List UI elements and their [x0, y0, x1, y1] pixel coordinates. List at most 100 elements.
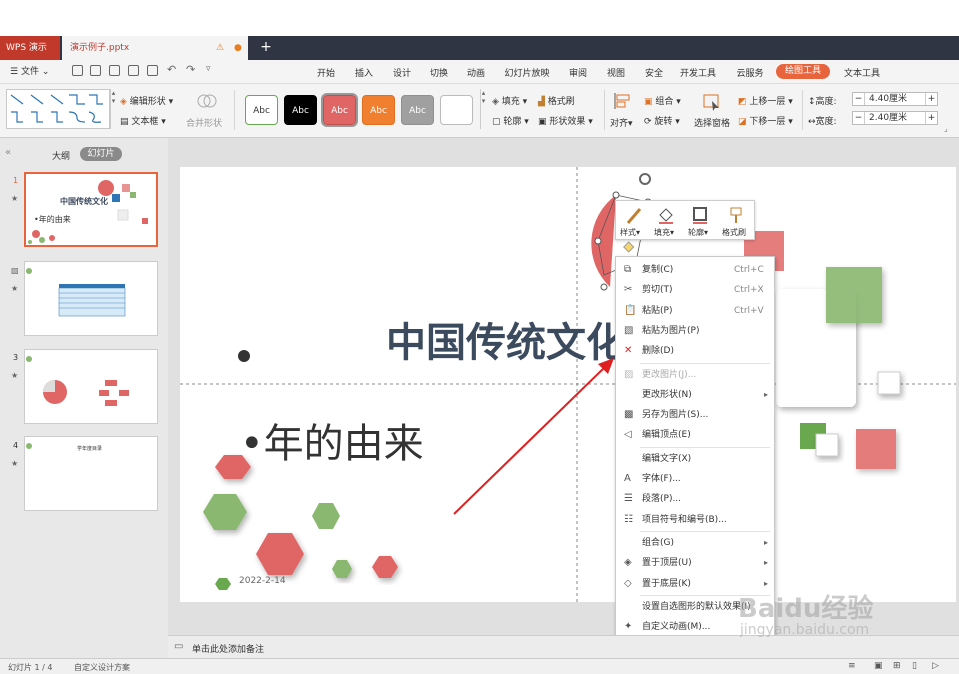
- send-backward-button[interactable]: ◪ 下移一层 ▾: [738, 114, 793, 127]
- print-icon[interactable]: [128, 65, 139, 76]
- document-tab[interactable]: 演示例子.pptx ⚠ ●: [62, 36, 248, 60]
- connector-shape-gallery[interactable]: [6, 89, 110, 129]
- width-decrease-button[interactable]: −: [853, 112, 865, 124]
- edit-shape-button[interactable]: ◈ 编辑形状 ▾: [120, 94, 173, 107]
- context-menu-item[interactable]: ▩ 另存为图片(S)...: [616, 405, 774, 425]
- slide-sorter-icon[interactable]: ⊞: [893, 661, 901, 671]
- height-decrease-button[interactable]: −: [853, 93, 865, 105]
- tab-drawing-tools[interactable]: 绘图工具: [776, 64, 830, 79]
- context-menu-item[interactable]: A 字体(F)...: [616, 469, 774, 489]
- context-menu-item[interactable]: ◈ 置于顶层(U) ▸: [616, 553, 774, 573]
- customize-quick-access-icon[interactable]: ▿: [206, 64, 211, 74]
- submenu-arrow-icon: ▸: [764, 537, 769, 547]
- shape-style-swatch[interactable]: Abc: [362, 95, 395, 125]
- context-menu-label: 粘贴为图片(P): [642, 325, 700, 336]
- context-menu-item[interactable]: ◁ 编辑顶点(E): [616, 425, 774, 445]
- group-button[interactable]: ▣ 组合 ▾: [644, 94, 681, 107]
- context-menu-item[interactable]: ☰ 段落(P)...: [616, 489, 774, 509]
- context-menu-item[interactable]: ☷ 项目符号和编号(B)...: [616, 510, 774, 530]
- file-menu-button[interactable]: ☰ 文件 ⌄: [10, 64, 49, 77]
- shape-style-swatch[interactable]: Abc: [245, 95, 278, 125]
- merge-shape-button[interactable]: 合并形状: [186, 116, 222, 129]
- height-increase-button[interactable]: +: [925, 93, 937, 105]
- width-increase-button[interactable]: +: [925, 112, 937, 124]
- context-menu-label: 编辑文字(X): [642, 453, 692, 464]
- shape-style-swatch[interactable]: [440, 95, 473, 125]
- slide-thumbnail-1[interactable]: 中国传统文化 •年的由来: [24, 172, 158, 247]
- tab-cloud[interactable]: 云服务: [734, 66, 766, 79]
- slide-thumbnail-3[interactable]: [24, 349, 158, 424]
- tab-start[interactable]: 开始: [314, 66, 338, 79]
- open-icon[interactable]: [72, 65, 83, 76]
- tab-view[interactable]: 视图: [604, 66, 628, 79]
- selection-pane-button[interactable]: 选择窗格: [694, 116, 730, 129]
- edit-shape-icon: ◈: [120, 97, 127, 107]
- print-preview-icon[interactable]: [147, 65, 158, 76]
- fill-icon: ◈: [492, 97, 499, 107]
- shape-effects-button[interactable]: ▣ 形状效果 ▾: [538, 114, 593, 127]
- height-spinner[interactable]: − 4.40厘米 +: [852, 92, 938, 106]
- fill-button[interactable]: ◈ 填充 ▾: [492, 94, 527, 107]
- collapse-panel-icon[interactable]: «: [5, 147, 11, 158]
- rotate-button[interactable]: ⟳ 旋转 ▾: [644, 114, 680, 127]
- gallery-scroll[interactable]: ▴ ▾: [110, 89, 116, 129]
- tab-outline[interactable]: 大纲: [52, 149, 70, 162]
- redo-icon[interactable]: ↷: [186, 63, 195, 76]
- thumb-pie-diagram: [26, 356, 129, 406]
- mini-fill-button[interactable]: 填充▾: [654, 227, 674, 238]
- slide-thumbnail-4[interactable]: 学年度目录: [24, 436, 158, 511]
- context-menu-shortcut: Ctrl+C: [734, 265, 764, 275]
- context-menu-item[interactable]: ⧉ 复制(C) Ctrl+C: [616, 260, 774, 280]
- outline-icon: ▢: [492, 117, 501, 127]
- context-menu-item[interactable]: ✂ 剪切(T) Ctrl+X: [616, 280, 774, 300]
- paste-icon: 📋: [624, 304, 637, 316]
- tab-transition[interactable]: 切换: [427, 66, 451, 79]
- outline-button[interactable]: ▢ 轮廓 ▾: [492, 114, 529, 127]
- tab-design[interactable]: 设计: [390, 66, 414, 79]
- width-spinner[interactable]: − 2.40厘米 +: [852, 111, 938, 125]
- tab-developer[interactable]: 开发工具: [678, 66, 718, 79]
- bring-forward-button[interactable]: ◩ 上移一层 ▾: [738, 94, 793, 107]
- style-gallery-scroll[interactable]: ▴ ▾: [480, 89, 486, 129]
- bring-forward-icon: ◩: [738, 97, 747, 107]
- context-menu-item[interactable]: ✕ 删除(D): [616, 341, 774, 361]
- app-tab[interactable]: WPS 演示: [0, 36, 60, 60]
- context-menu-item[interactable]: 组合(G) ▸: [616, 533, 774, 553]
- annotation-arrow: [453, 358, 614, 515]
- shape-style-swatch[interactable]: Abc: [401, 95, 434, 125]
- context-menu-item[interactable]: 更改形状(N) ▸: [616, 385, 774, 405]
- tab-insert[interactable]: 插入: [352, 66, 376, 79]
- context-menu-shortcut: Ctrl+V: [734, 305, 764, 316]
- context-menu-item[interactable]: ▧ 粘贴为图片(P): [616, 321, 774, 341]
- reading-view-icon[interactable]: ▯: [912, 661, 917, 671]
- slide-bullet[interactable]: •年的由来: [240, 411, 424, 469]
- new-tab-button[interactable]: +: [258, 36, 274, 60]
- mini-outline-button[interactable]: 轮廓▾: [688, 227, 708, 238]
- notes-toggle-icon[interactable]: ≡: [848, 661, 856, 671]
- normal-view-icon[interactable]: ▣: [874, 661, 883, 671]
- shape-style-swatch[interactable]: Abc: [284, 95, 317, 125]
- mini-style-button[interactable]: 样式▾: [620, 227, 640, 238]
- tab-text-tools[interactable]: 文本工具: [842, 66, 882, 79]
- tab-review[interactable]: 审阅: [566, 66, 590, 79]
- shape-style-swatch[interactable]: Abc: [321, 93, 358, 127]
- notes-pane[interactable]: ▭ 单击此处添加备注: [168, 635, 959, 659]
- context-menu-item[interactable]: 📋 粘贴(P) Ctrl+V: [616, 301, 774, 321]
- slideshow-icon[interactable]: ▷: [932, 661, 939, 671]
- watermark-logo: Baidu经验: [738, 594, 874, 624]
- text-box-button[interactable]: ▤ 文本框 ▾: [120, 114, 166, 127]
- mini-format-painter-button[interactable]: 格式刷: [722, 227, 746, 238]
- divider: [604, 90, 605, 130]
- context-menu-item[interactable]: 编辑文字(X): [616, 449, 774, 469]
- tab-slides[interactable]: 幻灯片: [80, 147, 122, 161]
- undo-icon[interactable]: ↶: [167, 63, 176, 76]
- tab-security[interactable]: 安全: [642, 66, 666, 79]
- export-pdf-icon[interactable]: [109, 65, 120, 76]
- slide-thumbnail-2[interactable]: [24, 261, 158, 336]
- format-painter-button[interactable]: ▟ 格式刷: [538, 94, 575, 107]
- align-button[interactable]: 对齐▾: [610, 116, 633, 129]
- tab-slideshow[interactable]: 幻灯片放映: [502, 66, 552, 79]
- tab-animation[interactable]: 动画: [464, 66, 488, 79]
- save-icon[interactable]: [90, 65, 101, 76]
- ribbon-launcher-icon[interactable]: ⌟: [944, 124, 948, 133]
